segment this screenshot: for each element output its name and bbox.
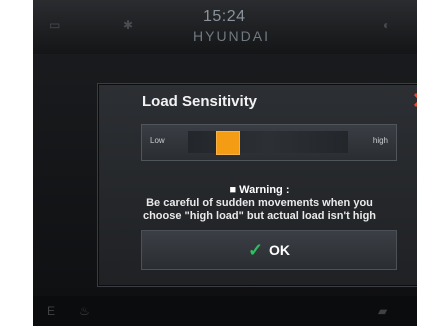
- load-sensitivity-slider[interactable]: Low high: [141, 124, 397, 161]
- slider-low-label: Low: [150, 136, 165, 145]
- bottom-bar: E ♨ ▰: [33, 296, 417, 326]
- car-icon: ▰: [378, 304, 388, 318]
- slider-thumb[interactable]: [215, 131, 240, 155]
- load-sensitivity-dialog: Load Sensitivity ✕ Low high ■ Warning : …: [97, 83, 417, 287]
- clock: 15:24: [203, 8, 246, 25]
- check-icon: ✓: [247, 240, 264, 260]
- settings-icon: ✱: [123, 18, 134, 32]
- brand-logo: HYUNDAI: [193, 28, 271, 44]
- warning-line-1: Be careful of sudden movements when you: [146, 197, 373, 209]
- sound-icon: ◐: [383, 18, 391, 32]
- warning-message: ■ Warning : Be careful of sudden movemen…: [98, 184, 417, 223]
- warning-line-2: choose "high load" but actual load isn't…: [142, 210, 377, 222]
- close-icon[interactable]: ✕: [408, 88, 417, 114]
- eco-icon: E: [47, 304, 56, 318]
- ok-label: OK: [269, 242, 291, 258]
- slider-track[interactable]: [188, 131, 348, 153]
- dialog-title: Load Sensitivity: [142, 93, 258, 110]
- seat-icon: ♨: [79, 304, 90, 318]
- menu-icon: ▭: [49, 18, 61, 32]
- ok-button[interactable]: ✓ OK: [141, 230, 397, 270]
- slider-high-label: high: [372, 136, 388, 145]
- head-unit-screen: ▭ ✱ 15:24 HYUNDAI ◐ Load Sensitivity ✕ L…: [33, 0, 417, 326]
- status-bar: ▭ ✱ 15:24 HYUNDAI ◐: [33, 0, 417, 54]
- screen-background: ▭ ✱ 15:24 HYUNDAI ◐ Load Sensitivity ✕ L…: [33, 0, 417, 326]
- warning-heading: ■ Warning :: [229, 184, 290, 196]
